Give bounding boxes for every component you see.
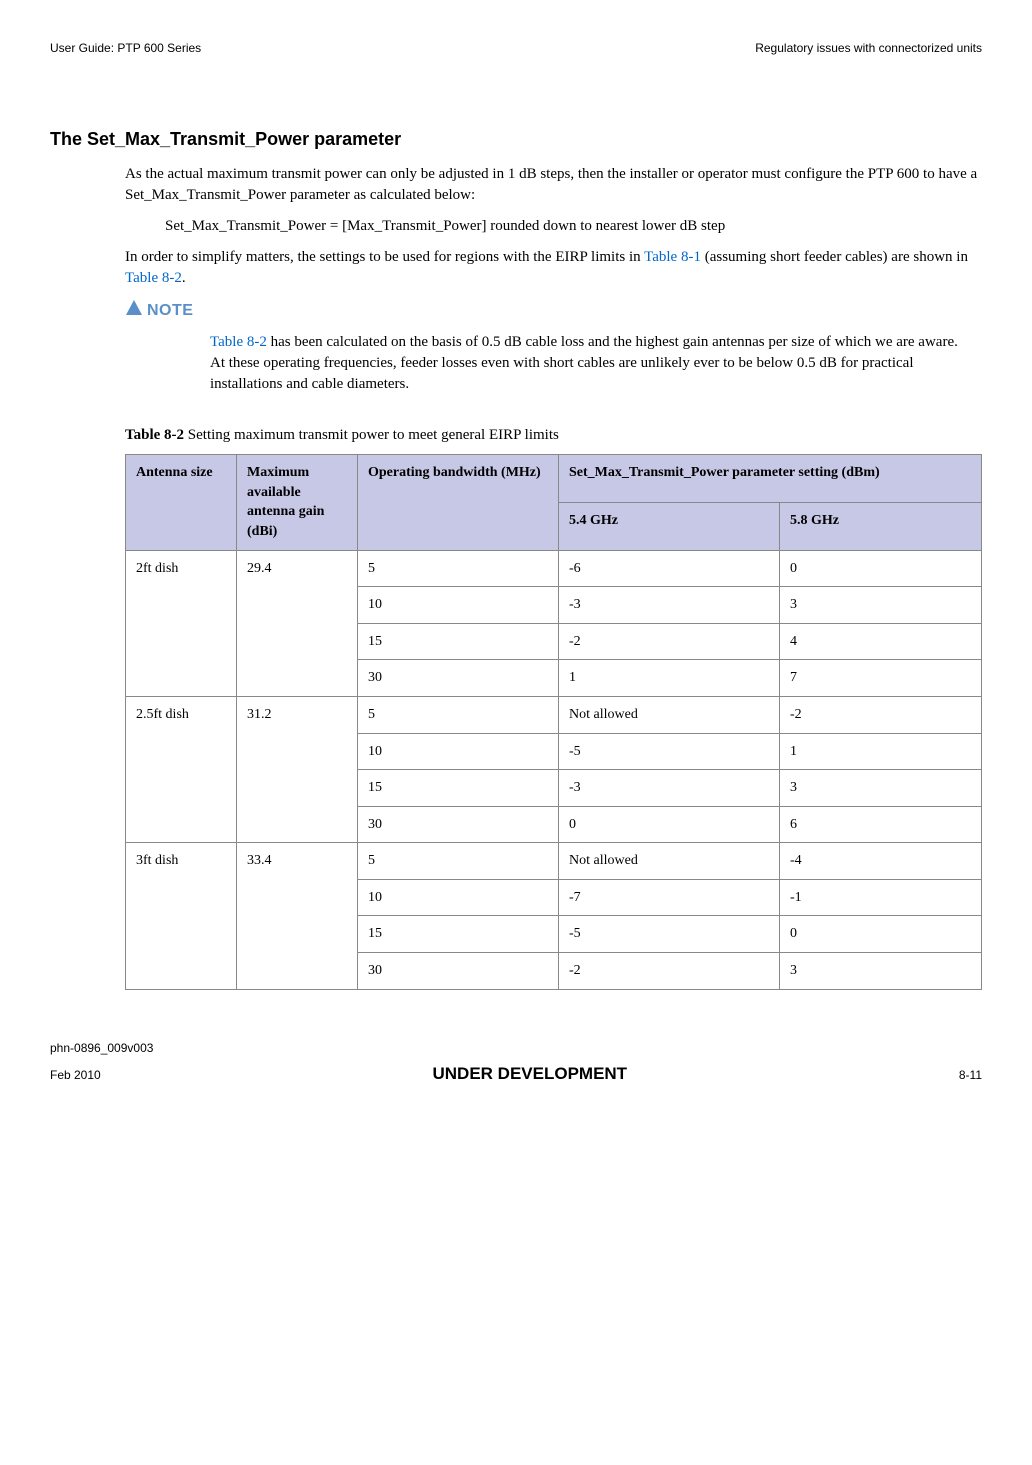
cell-bw: 15 xyxy=(358,770,559,807)
cell-bw: 15 xyxy=(358,916,559,953)
cell-58: 3 xyxy=(780,587,982,624)
th-bandwidth: Operating bandwidth (MHz) xyxy=(358,455,559,550)
cell-bw: 5 xyxy=(358,550,559,587)
paragraph-2: In order to simplify matters, the settin… xyxy=(125,247,982,289)
cell-58: 4 xyxy=(780,623,982,660)
cell-gain: 31.2 xyxy=(237,696,358,842)
cell-58: 0 xyxy=(780,550,982,587)
caption-label: Table 8-2 xyxy=(125,427,184,443)
para2-mid: (assuming short feeder cables) are shown… xyxy=(701,249,968,265)
cell-58: -1 xyxy=(780,879,982,916)
cell-58: 6 xyxy=(780,806,982,843)
cell-54: -2 xyxy=(559,953,780,990)
cell-58: -2 xyxy=(780,696,982,733)
cell-gain: 33.4 xyxy=(237,843,358,989)
cell-size: 2ft dish xyxy=(126,550,237,696)
section-heading: The Set_Max_Transmit_Power parameter xyxy=(50,127,982,152)
header-left: User Guide: PTP 600 Series xyxy=(50,40,201,57)
page-header: User Guide: PTP 600 Series Regulatory is… xyxy=(50,40,982,57)
cell-54: -7 xyxy=(559,879,780,916)
cell-bw: 15 xyxy=(358,623,559,660)
caption-text: Setting maximum transmit power to meet g… xyxy=(184,427,559,443)
cell-58: 7 xyxy=(780,660,982,697)
cell-58: 0 xyxy=(780,916,982,953)
cell-54: -6 xyxy=(559,550,780,587)
formula-text: Set_Max_Transmit_Power = [Max_Transmit_P… xyxy=(165,216,952,237)
th-antenna-size: Antenna size xyxy=(126,455,237,550)
link-table-8-2-note[interactable]: Table 8-2 xyxy=(210,334,267,350)
para2-post: . xyxy=(182,270,186,286)
cell-bw: 30 xyxy=(358,806,559,843)
cell-size: 3ft dish xyxy=(126,843,237,989)
th-max-gain: Maximum available antenna gain (dBi) xyxy=(237,455,358,550)
cell-bw: 30 xyxy=(358,660,559,697)
cell-bw: 10 xyxy=(358,879,559,916)
cell-54: -3 xyxy=(559,587,780,624)
footer-doc: phn-0896_009v003 xyxy=(50,1040,982,1057)
cell-54: Not allowed xyxy=(559,843,780,880)
table-caption: Table 8-2 Setting maximum transmit power… xyxy=(125,425,982,446)
cell-size: 2.5ft dish xyxy=(126,696,237,842)
cell-54: -3 xyxy=(559,770,780,807)
cell-54: -2 xyxy=(559,623,780,660)
link-table-8-2[interactable]: Table 8-2 xyxy=(125,270,182,286)
cell-54: -5 xyxy=(559,916,780,953)
footer-date: Feb 2010 xyxy=(50,1067,101,1084)
note-label-text: NOTE xyxy=(147,300,193,322)
cell-54: 1 xyxy=(559,660,780,697)
cell-bw: 10 xyxy=(358,587,559,624)
table-row: 2.5ft dish 31.2 5 Not allowed -2 xyxy=(126,696,982,733)
table-row: 3ft dish 33.4 5 Not allowed -4 xyxy=(126,843,982,880)
footer-page: 8-11 xyxy=(959,1067,982,1084)
note-body-text: has been calculated on the basis of 0.5 … xyxy=(210,334,958,392)
note-icon xyxy=(125,299,143,324)
cell-bw: 5 xyxy=(358,696,559,733)
table-header-row: Antenna size Maximum available antenna g… xyxy=(126,455,982,503)
cell-bw: 30 xyxy=(358,953,559,990)
th-54ghz: 5.4 GHz xyxy=(559,502,780,550)
header-right: Regulatory issues with connectorized uni… xyxy=(755,40,982,57)
cell-54: Not allowed xyxy=(559,696,780,733)
cell-54: -5 xyxy=(559,733,780,770)
table-row: 2ft dish 29.4 5 -6 0 xyxy=(126,550,982,587)
para2-pre: In order to simplify matters, the settin… xyxy=(125,249,644,265)
note-body: Table 8-2 has been calculated on the bas… xyxy=(210,332,962,395)
cell-58: 3 xyxy=(780,770,982,807)
cell-bw: 5 xyxy=(358,843,559,880)
paragraph-1: As the actual maximum transmit power can… xyxy=(125,164,982,206)
note-label: NOTE xyxy=(125,299,982,324)
eirp-table: Antenna size Maximum available antenna g… xyxy=(125,454,982,990)
cell-58: 1 xyxy=(780,733,982,770)
cell-58: 3 xyxy=(780,953,982,990)
page-footer: phn-0896_009v003 Feb 2010 UNDER DEVELOPM… xyxy=(50,1040,982,1087)
link-table-8-1[interactable]: Table 8-1 xyxy=(644,249,701,265)
cell-bw: 10 xyxy=(358,733,559,770)
footer-line-2: Feb 2010 UNDER DEVELOPMENT 8-11 xyxy=(50,1062,982,1086)
th-58ghz: 5.8 GHz xyxy=(780,502,982,550)
cell-54: 0 xyxy=(559,806,780,843)
footer-status: UNDER DEVELOPMENT xyxy=(433,1062,628,1086)
cell-58: -4 xyxy=(780,843,982,880)
cell-gain: 29.4 xyxy=(237,550,358,696)
th-set-max-power: Set_Max_Transmit_Power parameter setting… xyxy=(559,455,982,503)
